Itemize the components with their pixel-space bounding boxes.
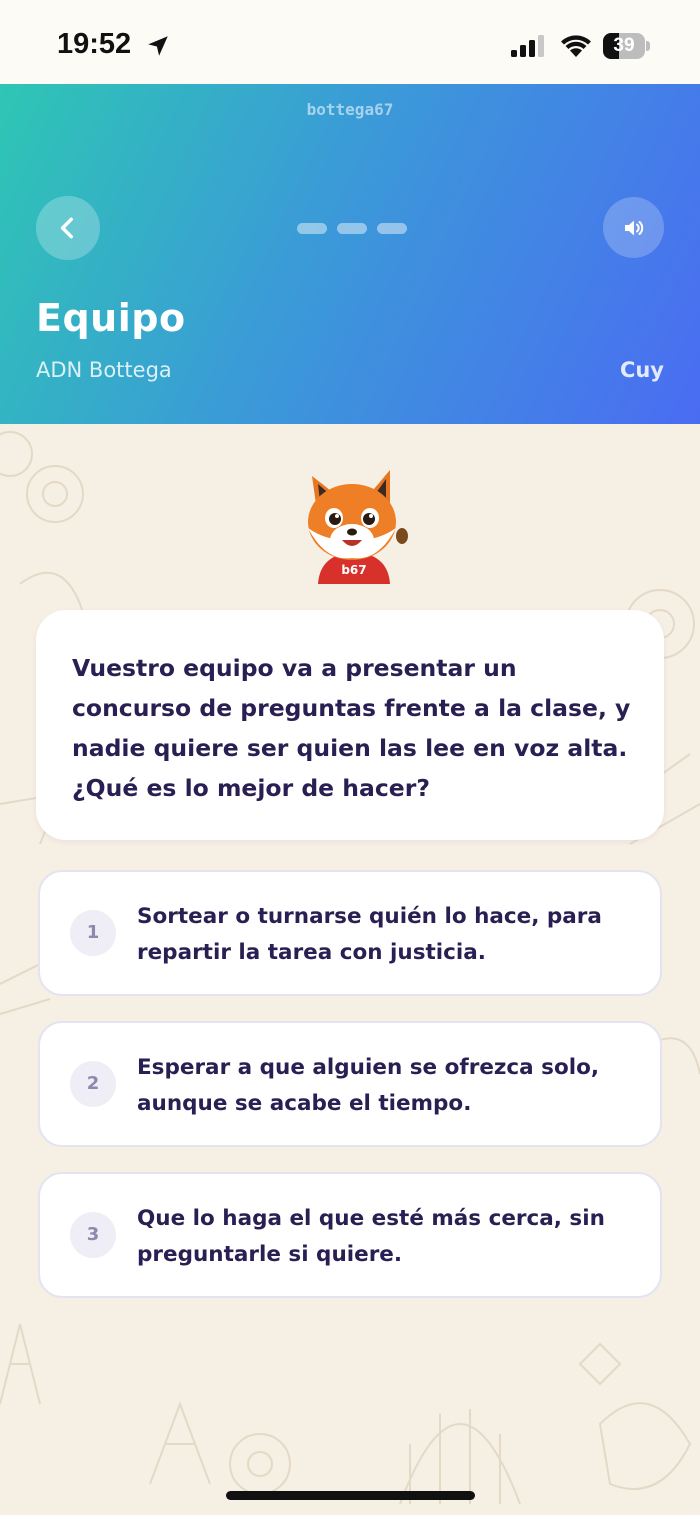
brand-logo: bottega67 [306,100,394,119]
option-text: Sortear o turnarse quién lo hace, para r… [137,904,602,965]
option-number-badge: 2 [70,1061,116,1107]
battery-percentage: 39 [613,35,635,56]
speaker-icon [624,220,643,235]
answer-option-2[interactable]: 2 Esperar a que alguien se ofrezca solo,… [38,1021,662,1147]
option-number-badge: 3 [70,1212,116,1258]
progress-indicator [297,223,407,234]
back-button[interactable] [36,196,100,260]
question-card: Vuestro equipo va a presentar un concurs… [36,610,664,840]
option-text: Esperar a que alguien se ofrezca solo, a… [137,1055,600,1116]
fox-mascot-icon: b67 [308,470,408,584]
progress-step [337,223,367,234]
progress-step [297,223,327,234]
status-bar: 19:52 39 [0,0,700,84]
mascot-shirt-text: b67 [341,563,366,577]
option-number-badge: 1 [70,910,116,956]
lesson-header: bottega67 Equipo ADN Bottega Cuy [0,84,700,424]
option-text: Que lo haga el que esté más cerca, sin p… [137,1206,605,1267]
battery-icon: 39 [603,33,650,59]
answer-option-1[interactable]: 1 Sortear o turnarse quién lo hace, para… [38,870,662,996]
chevron-left-icon [60,217,73,239]
home-indicator[interactable] [226,1491,475,1500]
lesson-title: Equipo [36,296,186,340]
sound-button[interactable] [603,197,664,258]
lesson-author: Cuy [619,358,664,382]
lesson-subtitle: ADN Bottega [36,358,172,382]
cellular-signal-icon [511,35,544,57]
status-time: 19:52 [57,28,132,60]
wifi-icon [561,35,591,57]
question-text: Vuestro equipo va a presentar un concurs… [72,654,631,802]
location-arrow-icon [148,36,168,56]
answer-option-3[interactable]: 3 Que lo haga el que esté más cerca, sin… [38,1172,662,1298]
progress-step [377,223,407,234]
